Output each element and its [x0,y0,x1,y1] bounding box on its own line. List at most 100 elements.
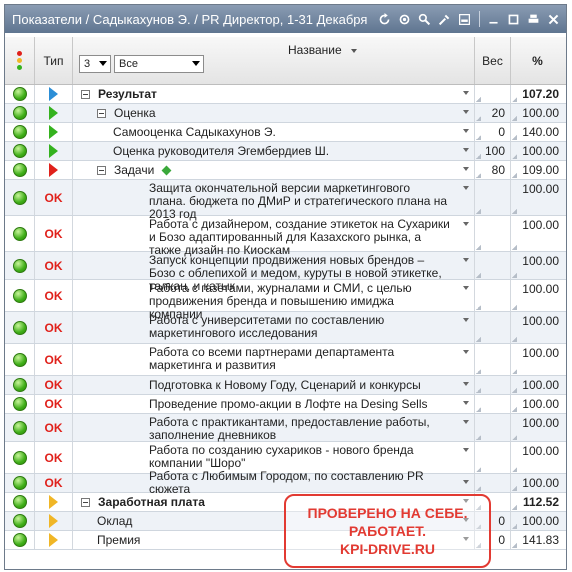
row-menu-chevron-icon[interactable] [463,222,469,226]
status-green-icon [12,258,27,273]
maximize-icon[interactable] [506,12,521,27]
name-cell[interactable]: Оценка [73,104,475,122]
type-cell: OK [35,414,73,441]
collapse-icon[interactable] [97,165,106,175]
type-ok-label: OK [44,397,63,411]
status-green-icon [12,533,27,547]
row-menu-chevron-icon[interactable] [463,318,469,322]
row-menu-chevron-icon[interactable] [463,350,469,354]
weight-cell: 20 [475,104,511,122]
collapse-icon[interactable] [81,89,90,99]
status-green-icon [12,476,27,490]
table-row[interactable]: OK Работа с дизайнером, создание этикеток… [5,216,566,257]
status-green-icon [12,190,27,205]
status-green-icon [12,420,27,435]
name-cell[interactable]: Работа с газетами, журналами и СМИ, с це… [73,280,475,321]
type-column-header[interactable]: Тип [35,37,73,84]
close-icon[interactable] [546,12,561,27]
level-select[interactable]: 3 [79,55,111,73]
name-cell[interactable]: Защита окончательной версии маркетингово… [73,180,475,221]
status-column-header[interactable] [5,37,35,84]
cell-corner-marker [476,209,481,214]
table-row[interactable]: OK Запуск концепции продвижения новых бре… [5,252,566,293]
weight-cell [475,414,511,441]
status-cell [5,142,35,160]
row-menu-chevron-icon[interactable] [463,448,469,452]
add-task-icon[interactable] [161,165,172,175]
table-row[interactable]: Задачи 80 109.00 [5,161,566,180]
weight-cell: 100 [475,142,511,160]
name-cell[interactable]: Задачи [73,161,475,179]
table-row[interactable]: Результат 107.20 [5,85,566,104]
name-cell[interactable]: Работа с университетами по составлению м… [73,312,475,343]
name-cell[interactable]: Самооценка Садыкахунов Э. [73,123,475,141]
cell-corner-marker [512,486,517,491]
row-name-label: Подготовка к Новому Году, Сценарий и кон… [149,377,421,392]
filter-select[interactable]: Все [114,55,204,73]
cell-corner-marker [476,369,481,374]
settings-icon[interactable] [397,12,412,27]
table-row[interactable]: OK Работа с газетами, журналами и СМИ, с … [5,280,566,321]
cell-corner-marker [476,116,481,121]
row-menu-chevron-icon[interactable] [463,167,469,171]
name-cell[interactable]: Работа с практикантами, предоставление р… [73,414,475,442]
name-cell[interactable]: Работа со всеми партнерами департамента … [73,344,475,375]
refresh-icon[interactable] [377,12,392,27]
status-green-icon [12,87,27,101]
minimize-icon[interactable] [486,12,501,27]
orange-arrow-icon [49,533,58,547]
row-menu-chevron-icon[interactable] [463,186,469,190]
row-menu-chevron-icon[interactable] [463,401,469,405]
cell-corner-marker [512,154,517,159]
status-cell [5,493,35,511]
collapse-icon[interactable] [97,108,106,118]
row-menu-chevron-icon[interactable] [463,258,469,262]
name-cell[interactable]: Запуск концепции продвижения новых бренд… [73,252,475,293]
name-cell[interactable]: Оценка руководителя Эгембердиев Ш. [73,142,475,160]
table-row[interactable]: Самооценка Садыкахунов Э. 0 140.00 [5,123,566,142]
table-row[interactable]: OK Работа с университетами по составлению… [5,312,566,344]
row-menu-chevron-icon[interactable] [463,148,469,152]
row-menu-chevron-icon[interactable] [463,420,469,424]
row-menu-chevron-icon[interactable] [463,286,469,290]
name-cell[interactable]: Работа с дизайнером, создание этикеток н… [73,216,475,257]
print-icon[interactable] [526,12,541,27]
table-row[interactable]: OK Защита окончательной версии маркетинго… [5,180,566,221]
search-icon[interactable] [417,12,432,27]
traffic-light-icon [17,50,22,71]
table-row[interactable]: OK Работа с практикантами, предоставление… [5,414,566,442]
type-cell [35,104,73,122]
collapse-icon[interactable] [81,497,90,507]
toolbar [377,11,566,27]
row-menu-chevron-icon[interactable] [463,480,469,484]
weight-column-header[interactable]: Вес [475,37,511,84]
row-menu-chevron-icon[interactable] [463,382,469,386]
row-menu-chevron-icon[interactable] [463,129,469,133]
name-cell[interactable]: Результат [73,85,475,103]
row-name-label: Заработная плата [98,494,205,509]
table-row[interactable]: OK Работа со всеми партнерами департамент… [5,344,566,376]
percent-cell: 107.20 [511,85,564,103]
cell-corner-marker [512,135,517,140]
table-row[interactable]: OK Проведение промо-акции в Лофте на Desi… [5,395,566,414]
type-cell [35,85,73,103]
orange-arrow-icon [49,495,58,509]
type-ok-label: OK [44,420,63,435]
table-row[interactable]: OK Подготовка к Новому Году, Сценарий и к… [5,376,566,395]
red-arrow-icon [49,163,58,177]
name-cell[interactable]: Проведение промо-акции в Лофте на Desing… [73,395,475,413]
name-cell[interactable]: Работа с Любимым Городом, по составлению… [73,470,475,496]
type-cell [35,531,73,549]
row-menu-chevron-icon[interactable] [463,91,469,95]
type-cell [35,512,73,530]
table-row[interactable]: Оценка руководителя Эгембердиев Ш. 100 100… [5,142,566,161]
percent-column-header[interactable]: % [511,37,564,84]
table-row[interactable]: Оценка 20 100.00 [5,104,566,123]
name-column-title[interactable]: Название [288,43,357,57]
row-name-label: Оклад [97,513,133,528]
csv-export-icon[interactable] [457,12,472,27]
name-cell[interactable]: Подготовка к Новому Году, Сценарий и кон… [73,376,475,394]
table-row[interactable]: OK Работа с Любимым Городом, по составлен… [5,470,566,496]
tools-icon[interactable] [437,12,452,27]
row-menu-chevron-icon[interactable] [463,110,469,114]
